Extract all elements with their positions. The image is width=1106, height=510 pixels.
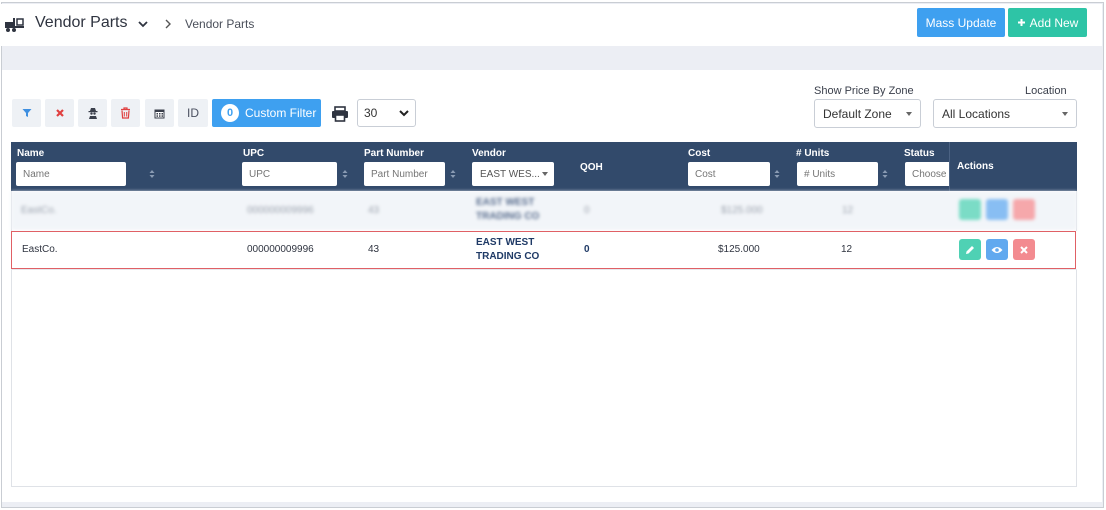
- table-row-blurred: EastCo. 000000009996 43 EAST WEST TRADIN…: [11, 191, 1077, 230]
- add-new-button[interactable]: Add New: [1008, 8, 1087, 37]
- zone-select-value: Default Zone: [823, 106, 892, 121]
- sort-icon[interactable]: [342, 169, 348, 179]
- chevron-right-icon: [165, 19, 171, 29]
- print-icon[interactable]: [331, 106, 349, 122]
- upc-filter-input[interactable]: [242, 162, 337, 186]
- location-label: Location: [1025, 85, 1067, 97]
- add-new-label: Add New: [1029, 15, 1079, 30]
- view-button: [986, 199, 1008, 220]
- forklift-logo-icon: [5, 18, 24, 32]
- column-header-vendor[interactable]: Vendor: [472, 148, 506, 159]
- column-header-qoh[interactable]: QOH: [580, 162, 603, 173]
- delete-button[interactable]: [111, 99, 140, 127]
- zone-select[interactable]: Default Zone: [814, 99, 921, 128]
- column-header-status[interactable]: Status: [904, 148, 935, 159]
- page-size-select[interactable]: 30: [357, 99, 416, 127]
- location-select[interactable]: All Locations: [933, 99, 1077, 128]
- actions-divider: [949, 142, 950, 191]
- table-row[interactable]: EastCo. 000000009996 43 EAST WEST TRADIN…: [11, 231, 1077, 269]
- cell-part-number: 43: [368, 244, 380, 255]
- column-header-upc[interactable]: UPC: [243, 148, 264, 159]
- custom-filter-count-badge: 0: [221, 104, 239, 122]
- cell-qoh: 0: [584, 205, 590, 216]
- delete-row-button[interactable]: [1013, 239, 1035, 260]
- cell-vendor[interactable]: EAST WEST TRADING CO: [476, 236, 539, 264]
- date-filter-button[interactable]: [145, 99, 174, 127]
- status-filter-select[interactable]: [905, 162, 949, 186]
- hidden-users-button[interactable]: [78, 99, 107, 127]
- page-size-value: 30: [364, 106, 378, 120]
- cell-qoh[interactable]: 0: [584, 244, 590, 255]
- cost-filter-input[interactable]: [688, 162, 770, 186]
- view-button[interactable]: [986, 239, 1008, 260]
- cell-cost: $125.000: [718, 244, 760, 255]
- cell-units: 12: [842, 205, 854, 216]
- row-divider: [11, 269, 1077, 270]
- show-price-by-zone-label: Show Price By Zone: [814, 85, 914, 97]
- filter-icon: [22, 109, 31, 117]
- sort-icon[interactable]: [774, 169, 780, 179]
- edit-button[interactable]: [959, 239, 981, 260]
- user-secret-icon: [88, 108, 97, 119]
- vendor-line-2: TRADING CO: [476, 251, 540, 262]
- vendor-line-1: EAST WEST: [476, 237, 535, 248]
- caret-down-icon: [542, 172, 548, 176]
- vendor-filter-value: EAST WES...: [480, 168, 540, 180]
- breadcrumb[interactable]: Vendor Parts: [185, 17, 254, 31]
- cell-cost: $125.000: [721, 205, 763, 216]
- custom-filter-label: Custom Filter: [245, 106, 317, 120]
- cell-part-number: 43: [368, 205, 380, 216]
- column-header-cost[interactable]: Cost: [688, 148, 710, 159]
- location-select-value: All Locations: [942, 106, 1011, 121]
- vendor-filter-select[interactable]: EAST WES...: [472, 162, 554, 186]
- cell-name[interactable]: EastCo.: [22, 244, 58, 255]
- pencil-icon: [966, 245, 974, 254]
- page-header: Vendor Parts Vendor Parts Mass Update Ad…: [1, 4, 1102, 46]
- clear-filter-button[interactable]: [45, 99, 74, 127]
- cell-name: EastCo.: [21, 205, 57, 216]
- mass-update-button[interactable]: Mass Update: [917, 8, 1005, 37]
- vendor-line-1: EAST WEST: [476, 197, 535, 208]
- cell-upc: 000000009996: [247, 244, 314, 255]
- custom-filter-button[interactable]: 0 Custom Filter: [212, 99, 321, 127]
- sort-icon[interactable]: [450, 169, 456, 179]
- column-header-part-number[interactable]: Part Number: [364, 148, 424, 159]
- sort-icon[interactable]: [882, 169, 888, 179]
- name-filter-input[interactable]: [16, 162, 126, 186]
- delete-row-button: [1013, 199, 1035, 220]
- vendor-line-2: TRADING CO: [476, 211, 540, 222]
- page-title: Vendor Parts: [35, 14, 128, 31]
- trash-icon: [121, 107, 130, 119]
- id-label: ID: [187, 106, 199, 120]
- units-filter-input[interactable]: [797, 162, 878, 186]
- column-header-actions: Actions: [957, 161, 994, 172]
- caret-down-icon: [906, 112, 912, 116]
- eye-icon: [991, 246, 1003, 253]
- caret-down-icon: [1062, 112, 1068, 116]
- filter-button[interactable]: [12, 99, 41, 127]
- chevron-down-icon[interactable]: [137, 19, 149, 29]
- id-toggle-button[interactable]: ID: [178, 99, 208, 127]
- cell-units: 12: [841, 244, 853, 255]
- column-header-units[interactable]: # Units: [796, 148, 829, 159]
- column-header-name[interactable]: Name: [17, 148, 44, 159]
- table-header: Name UPC Part Number Vendor EAST WES... …: [11, 142, 1077, 191]
- sort-icon[interactable]: [149, 169, 155, 179]
- clear-filter-icon: [55, 109, 64, 117]
- chevron-down-icon: [399, 110, 409, 117]
- part-number-filter-input[interactable]: [364, 162, 445, 186]
- cell-vendor: EAST WEST TRADING CO: [476, 196, 539, 224]
- close-icon: [1020, 245, 1028, 254]
- edit-button: [959, 199, 981, 220]
- calendar-icon: [154, 109, 165, 118]
- plus-icon: [1017, 19, 1025, 26]
- cell-upc: 000000009996: [247, 205, 314, 216]
